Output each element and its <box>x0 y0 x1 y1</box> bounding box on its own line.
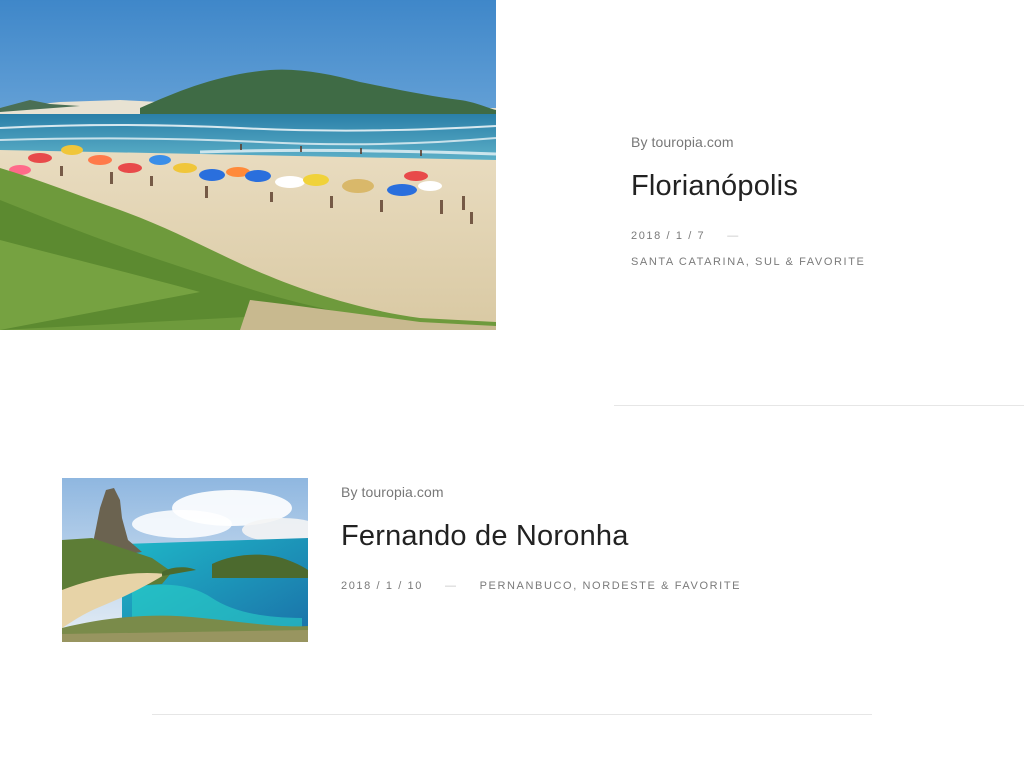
byline-source-link[interactable]: touropia.com <box>362 484 444 500</box>
post-image-florianopolis[interactable] <box>0 0 496 330</box>
category-separator: & <box>661 580 671 592</box>
post-date-link[interactable]: 2018 / 1 / 10 <box>341 580 423 592</box>
meta-separator: — <box>444 580 458 592</box>
byline-source-link[interactable]: touropia.com <box>652 134 734 150</box>
post-image-fernando-de-noronha[interactable] <box>62 478 308 642</box>
post-title[interactable]: Fernando de Noronha <box>341 520 741 553</box>
byline-prefix: By <box>631 134 648 150</box>
beach-photo <box>0 0 496 330</box>
category-separator: , <box>573 580 578 592</box>
category-separator: , <box>745 256 751 268</box>
post-meta: 2018 / 1 / 10 — Pernanbuco, Nordeste & F… <box>341 580 741 592</box>
post-date-link[interactable]: 2018 / 1 / 7 <box>631 230 705 242</box>
post-byline: By touropia.com <box>341 484 741 500</box>
post-info-florianopolis: By touropia.com Florianópolis 2018 / 1 /… <box>631 134 865 268</box>
category-link[interactable]: Favorite <box>675 580 741 592</box>
category-link[interactable]: Santa Catarina <box>631 256 746 268</box>
post-categories: Santa Catarina, Sul & Favorite <box>631 256 865 268</box>
meta-separator: — <box>727 230 740 242</box>
post-byline: By touropia.com <box>631 134 865 150</box>
category-link[interactable]: Nordeste <box>583 580 657 592</box>
post-title[interactable]: Florianópolis <box>631 170 865 203</box>
byline-prefix: By <box>341 484 358 500</box>
post-categories: Pernanbuco, Nordeste & Favorite <box>480 580 742 592</box>
category-separator: & <box>785 256 795 268</box>
post-divider <box>152 714 872 715</box>
category-link[interactable]: Favorite <box>799 256 865 268</box>
post-info-fernando-de-noronha: By touropia.com Fernando de Noronha 2018… <box>341 484 741 592</box>
post-divider <box>614 405 1024 406</box>
bay-photo <box>62 478 308 642</box>
category-link[interactable]: Pernanbuco <box>480 580 574 592</box>
post-meta-date: 2018 / 1 / 7 — <box>631 230 865 242</box>
category-link[interactable]: Sul <box>755 256 781 268</box>
